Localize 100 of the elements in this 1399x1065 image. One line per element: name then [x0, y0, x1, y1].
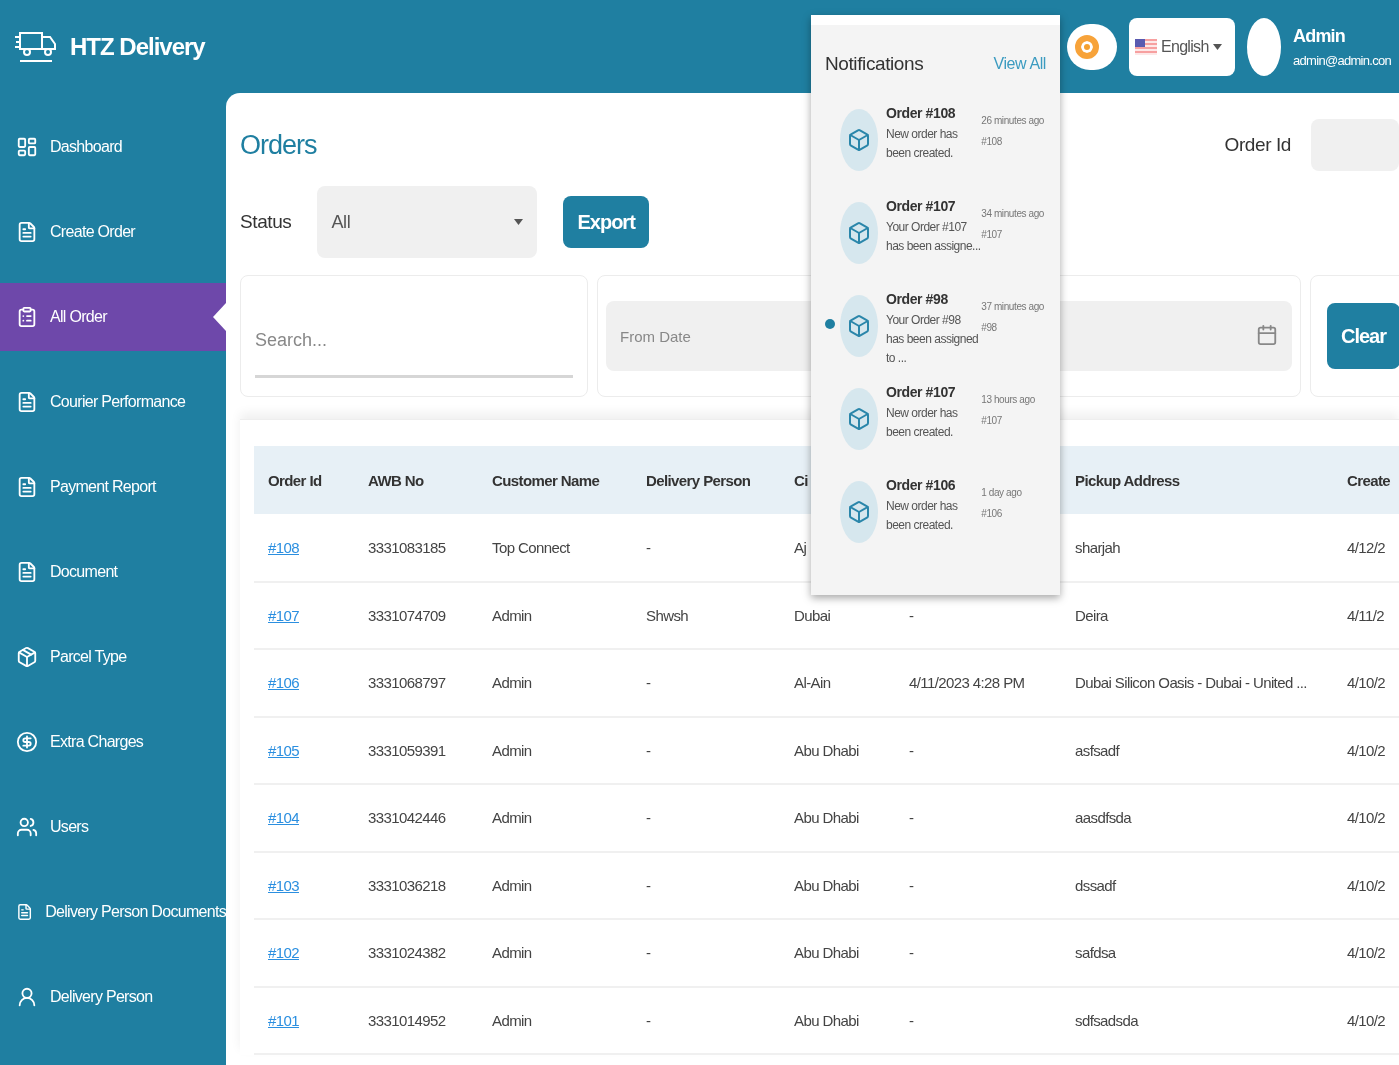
order-id-label: Order Id: [1224, 134, 1291, 156]
search-field[interactable]: Search...: [240, 275, 588, 397]
brand-name: HTZ Delivery: [70, 32, 205, 61]
language-select[interactable]: English: [1129, 17, 1235, 76]
clear-button[interactable]: Clear: [1327, 303, 1399, 369]
sidebar-item[interactable]: All Order: [0, 283, 226, 351]
table-cell: Abu Dhabi: [780, 919, 895, 987]
sidebar-item[interactable]: Delivery Person Documents: [0, 878, 226, 946]
users-icon: [16, 816, 38, 838]
table-cell: -: [632, 649, 780, 717]
sidebar-item[interactable]: Create Order: [0, 198, 226, 266]
table-cell: Abu Dhabi: [780, 851, 895, 919]
order-link[interactable]: #104: [268, 809, 299, 827]
table-cell: Dubai Silicon Oasis - Dubai - United ...: [1061, 649, 1333, 717]
table-cell: 3331059391: [354, 716, 478, 784]
sidebar-item[interactable]: Courier Performance: [0, 368, 226, 436]
order-link[interactable]: #105: [268, 741, 299, 759]
sidebar-item[interactable]: Payment Report: [0, 453, 226, 521]
notification-title: Order #107: [886, 384, 957, 400]
notification-text: New order has been created.: [886, 405, 959, 442]
table-cell: -: [632, 784, 780, 852]
notification-ref: #107: [981, 415, 1002, 426]
table-cell: 3331014952: [354, 986, 478, 1054]
table-cell: -: [632, 986, 780, 1054]
status-label: Status: [240, 211, 292, 233]
column-header: Order Id: [254, 446, 354, 514]
sidebar-item[interactable]: Delivery Person: [0, 963, 226, 1031]
page-title: Orders: [240, 129, 317, 161]
notification-time: 37 minutes ago: [981, 301, 1044, 312]
notification-text: New order has been created.: [886, 126, 959, 163]
table-cell: safdsa: [1061, 919, 1333, 987]
sidebar-item[interactable]: Dashboard: [0, 113, 226, 181]
table-cell: -: [632, 716, 780, 784]
table-cell: 3331036218: [354, 851, 478, 919]
table-cell: 4/10/2: [1333, 649, 1399, 717]
calendar-icon: [1256, 324, 1278, 346]
user-name: Admin: [1293, 25, 1346, 47]
table-cell: 4/10/2: [1333, 784, 1399, 852]
sidebar-item[interactable]: Document: [0, 538, 226, 606]
notification-time: 34 minutes ago: [981, 208, 1044, 219]
document-icon: [16, 476, 38, 498]
column-header: AWB No: [354, 446, 478, 514]
order-link[interactable]: #103: [268, 876, 299, 894]
table-cell: -: [895, 986, 1061, 1054]
table-cell: Admin: [478, 851, 632, 919]
notifications-title: Notifications: [825, 53, 924, 75]
table-cell: Top Connect: [478, 514, 632, 582]
table-cell: asfsadf: [1061, 716, 1333, 784]
notification-text: Your Order #107 has been assigne...: [886, 219, 981, 256]
table-cell: Abu Dhabi: [780, 986, 895, 1054]
notification-title: Order #107: [886, 198, 957, 214]
notification-time: 1 day ago: [981, 487, 1022, 498]
avatar[interactable]: [1247, 17, 1281, 76]
theme-toggle[interactable]: [1067, 23, 1117, 70]
column-header: Create: [1333, 446, 1399, 514]
status-select[interactable]: All: [317, 186, 538, 258]
notification-ref: #107: [981, 229, 1002, 240]
notification-ref: #106: [981, 508, 1002, 519]
table-cell: 4/11/2: [1333, 581, 1399, 649]
table-cell: 4/10/2: [1333, 851, 1399, 919]
table-cell: 4/10/2: [1333, 986, 1399, 1054]
person-icon: [16, 986, 38, 1008]
table-cell: Al-Ain: [780, 649, 895, 717]
table-cell: sdfsadsda: [1061, 986, 1333, 1054]
document-icon: [16, 901, 34, 923]
table-cell: aasdfsda: [1061, 784, 1333, 852]
table-cell: -: [895, 851, 1061, 919]
table-cell: -: [632, 851, 780, 919]
table-cell: Admin: [478, 784, 632, 852]
package-icon: [16, 646, 38, 668]
coin-icon: [16, 731, 38, 753]
dashboard-icon: [16, 136, 38, 158]
order-link[interactable]: #101: [268, 1011, 299, 1029]
table-cell: -: [895, 784, 1061, 852]
column-header: Customer Name: [478, 446, 632, 514]
view-all-link[interactable]: View All: [993, 55, 1046, 73]
table-cell: 3331083185: [354, 514, 478, 582]
table-cell: Admin: [478, 716, 632, 784]
table-cell: 3331042446: [354, 784, 478, 852]
table-cell: -: [895, 716, 1061, 784]
order-link[interactable]: #106: [268, 674, 299, 692]
table-cell: 3331068797: [354, 649, 478, 717]
table-cell: Admin: [478, 649, 632, 717]
table-cell: Admin: [478, 581, 632, 649]
sidebar-item[interactable]: Users: [0, 793, 226, 861]
table-cell: Abu Dhabi: [780, 784, 895, 852]
notification-title: Order #108: [886, 105, 957, 121]
order-link[interactable]: #107: [268, 606, 299, 624]
export-button[interactable]: Export: [563, 196, 649, 248]
order-link[interactable]: #108: [268, 538, 299, 556]
table-cell: -: [632, 919, 780, 987]
table-cell: dssadf: [1061, 851, 1333, 919]
sidebar-item[interactable]: Parcel Type: [0, 623, 226, 691]
document-icon: [16, 561, 38, 583]
notification-time: 13 hours ago: [981, 394, 1035, 405]
notification-ref: #108: [981, 136, 1002, 147]
table-cell: Shwsh: [632, 581, 780, 649]
order-link[interactable]: #102: [268, 944, 299, 962]
clipboard-icon: [16, 306, 38, 328]
sidebar-item[interactable]: Extra Charges: [0, 708, 226, 776]
